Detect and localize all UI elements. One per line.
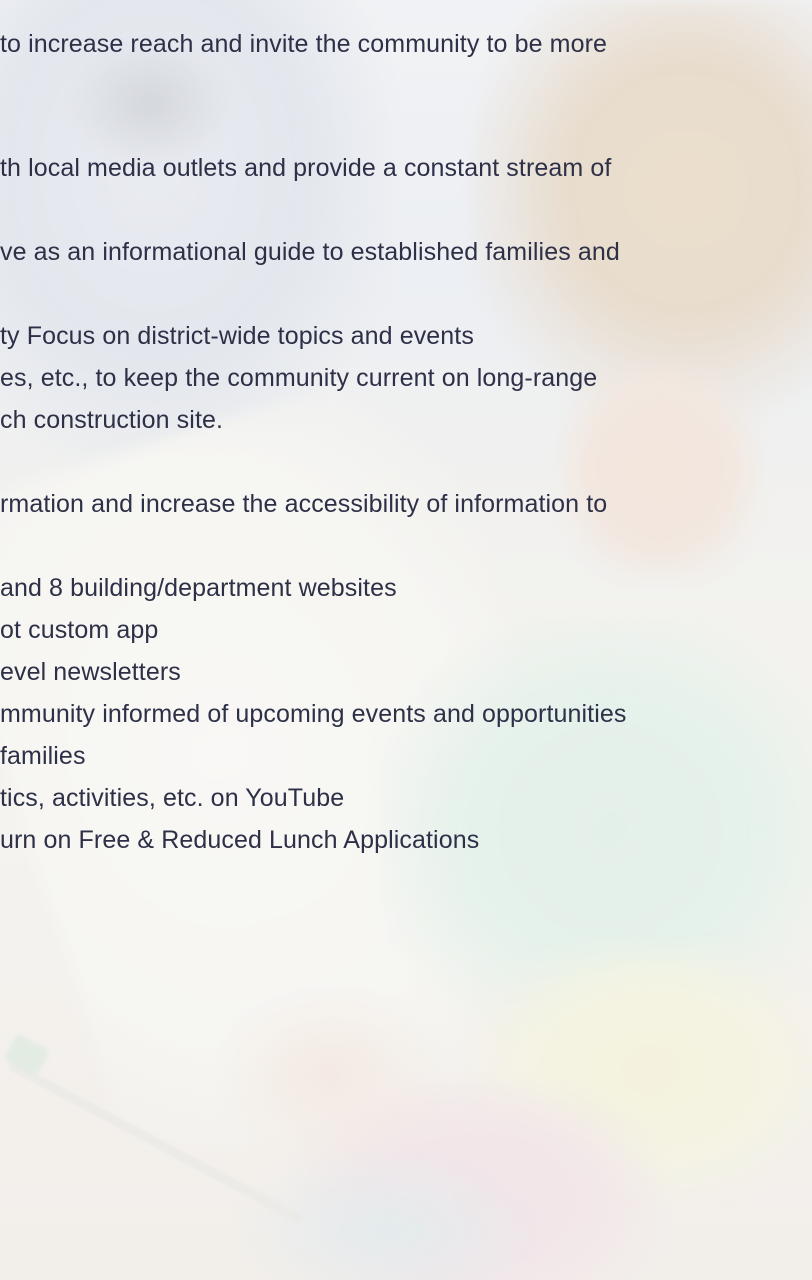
text-line: ty Focus on district-wide topics and eve… [0,322,474,350]
text-line: families [0,742,86,770]
text-line: urn on Free & Reduced Lunch Applications [0,826,480,854]
text-line: th local media outlets and provide a con… [0,154,612,182]
text-line: mmunity informed of upcoming events and … [0,700,627,728]
text-line: tics, activities, etc. on YouTube [0,784,345,812]
text-line: to increase reach and invite the communi… [0,30,607,58]
text-line: evel newsletters [0,658,181,686]
text-line: rmation and increase the accessibility o… [0,490,608,518]
text-line: ch construction site. [0,406,224,434]
text-line: ve as an informational guide to establis… [0,238,620,266]
text-line: es, etc., to keep the community current … [0,364,598,392]
text-content: to increase reach and invite the communi… [0,0,812,1280]
text-line: ot custom app [0,616,159,644]
text-line: and 8 building/department websites [0,574,397,602]
